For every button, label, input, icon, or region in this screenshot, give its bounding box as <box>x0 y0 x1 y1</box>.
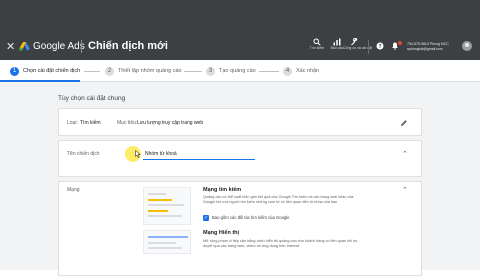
campaign-name-label: Tên chiến dịch <box>67 151 100 157</box>
campaign-type-card[interactable]: Loại: Tìm kiếm Mục tiêu: Lưu lượng truy … <box>58 108 422 136</box>
goal-value: Lưu lượng truy cập trang web <box>137 120 204 126</box>
input-underline <box>143 159 255 160</box>
avatar[interactable] <box>462 41 472 51</box>
account-info[interactable]: 794-575-9613 Phong MCC nphongtuk@gmail.c… <box>407 42 449 52</box>
account-email: nphongtuk@gmail.com <box>407 47 443 51</box>
collapse-chevron-icon[interactable]: ⌃ <box>402 186 408 194</box>
section-title: Tùy chọn cài đặt chung <box>58 95 126 102</box>
step-number: 2 <box>105 66 114 76</box>
report-icon <box>333 38 341 46</box>
step-number: 3 <box>206 66 215 76</box>
brand-name[interactable]: Google Ads <box>33 41 85 52</box>
header-divider <box>81 40 82 53</box>
tool-settings-label: Công cụ và cài đặt <box>343 46 372 50</box>
page-title: Chiến dịch mới <box>88 40 168 52</box>
type-value: Tìm kiếm <box>80 120 101 126</box>
edit-pencil-icon[interactable] <box>400 119 408 127</box>
search-partners-checkbox[interactable]: ✓ <box>203 215 209 221</box>
step-3[interactable]: 3 Tạo quảng cáo <box>206 66 256 76</box>
step-label: Thiết lập nhóm quảng cáo <box>118 68 182 74</box>
network-card: Mạng ⌃ Mạng tìm kiếm Quảng cáo có thể xu… <box>58 181 422 276</box>
campaign-name-card: Tên chiến dịch Nhóm từ khoá ⌃ <box>58 140 422 177</box>
step-label: Tạo quảng cáo <box>219 68 256 74</box>
step-4[interactable]: 4 Xác nhận <box>283 66 319 76</box>
search-partners-label: Bao gồm các đối tác tìm kiếm của Google <box>212 215 290 220</box>
step-number: 1 <box>10 66 19 76</box>
type-label: Loại: <box>67 120 78 126</box>
step-connector <box>84 71 100 72</box>
step-1[interactable]: 1 Chọn cài đặt chiến dịch <box>10 66 80 76</box>
step-number: 4 <box>283 66 292 76</box>
top-app-bar: ✕ Google Ads Chiến dịch mới Tìm kiếm Báo… <box>0 0 480 60</box>
search-network-description: Quảng cáo có thể xuất hiện gần kết quả c… <box>203 195 354 204</box>
tool-settings[interactable]: Công cụ và cài đặt <box>343 38 372 50</box>
svg-text:?: ? <box>378 44 381 50</box>
step-2[interactable]: 2 Thiết lập nhóm quảng cáo <box>105 66 182 76</box>
notification-badge <box>398 41 402 45</box>
header-divider-right <box>368 40 369 54</box>
network-label: Mạng <box>67 187 80 193</box>
search-icon <box>313 38 321 46</box>
close-icon[interactable]: ✕ <box>6 40 15 53</box>
step-label: Xác nhận <box>296 68 320 74</box>
step-connector <box>259 71 279 72</box>
collapse-chevron-icon[interactable]: ⌃ <box>402 150 408 158</box>
search-network-title: Mạng tìm kiếm <box>203 187 242 193</box>
goal-label: Mục tiêu: <box>117 120 138 126</box>
tool-search[interactable]: Tìm kiếm <box>306 38 328 50</box>
help-icon[interactable]: ? <box>376 42 384 50</box>
tools-icon <box>351 38 358 46</box>
campaign-name-input[interactable]: Nhóm từ khoá <box>145 151 177 157</box>
tool-search-label: Tìm kiếm <box>309 46 325 50</box>
campaign-stepper: 1 Chọn cài đặt chiến dịch 2 Thiết lập nh… <box>0 60 480 82</box>
display-network-illustration <box>143 230 191 254</box>
mouse-cursor-icon <box>135 150 141 158</box>
step-label: Chọn cài đặt chiến dịch <box>23 68 81 74</box>
google-ads-logo-icon <box>19 42 30 51</box>
display-network-title: Mạng Hiển thị <box>203 230 240 236</box>
step-connector <box>184 71 202 72</box>
display-network-description: Mở rộng phạm vi tiếp cận bằng cách hiển … <box>203 239 358 248</box>
search-network-illustration <box>143 187 191 225</box>
